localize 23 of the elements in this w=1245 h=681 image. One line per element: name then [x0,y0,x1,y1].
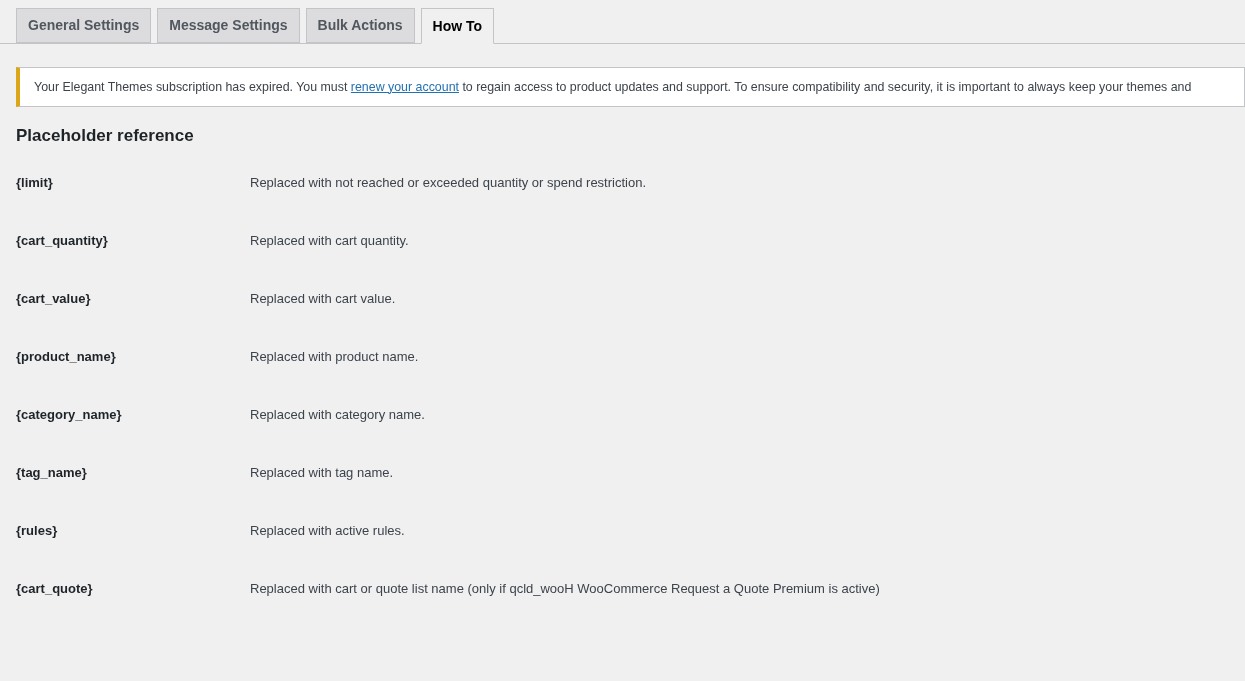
placeholder-name: {cart_quote} [16,579,94,598]
placeholder-description: Replaced with active rules. [250,521,405,540]
placeholder-name: {rules} [16,521,59,540]
placeholder-name: {cart_quantity} [16,231,109,250]
placeholder-description: Replaced with category name. [250,405,425,424]
tab[interactable]: General Settings [16,8,152,43]
renew-link[interactable]: renew your account [350,79,459,94]
tab[interactable]: How To [420,8,495,44]
placeholder-description: Replaced with not reached or exceeded quantity or spend restriction. [250,173,646,192]
placeholder-description: Replaced with cart value. [250,289,396,308]
placeholder-description: Replaced with cart quantity. [250,231,409,250]
placeholder-name: {product_name} [16,347,117,366]
placeholder-description: Replaced with tag name. [250,463,394,482]
placeholder-name: {limit} [16,173,54,192]
placeholder-name: {cart_value} [16,289,92,308]
section-heading: Placeholder reference [16,125,195,147]
placeholder-description: Replaced with product name. [250,347,419,366]
placeholder-name: {category_name} [16,405,123,424]
placeholder-name: {tag_name} [16,463,88,482]
notice-text: Your Elegant Themes subscription has expired. You must renew your account to regain access to product updates and support. To ensure compatibility and security, it is important to always keep your themes and [34,78,1192,96]
placeholder-description: Replaced with cart or quote list name (only if qcld_wooH WooCommerce Request a Quote Premium is active) [250,579,880,598]
tab[interactable]: Message Settings [157,8,300,43]
tab[interactable]: Bulk Actions [305,8,415,43]
